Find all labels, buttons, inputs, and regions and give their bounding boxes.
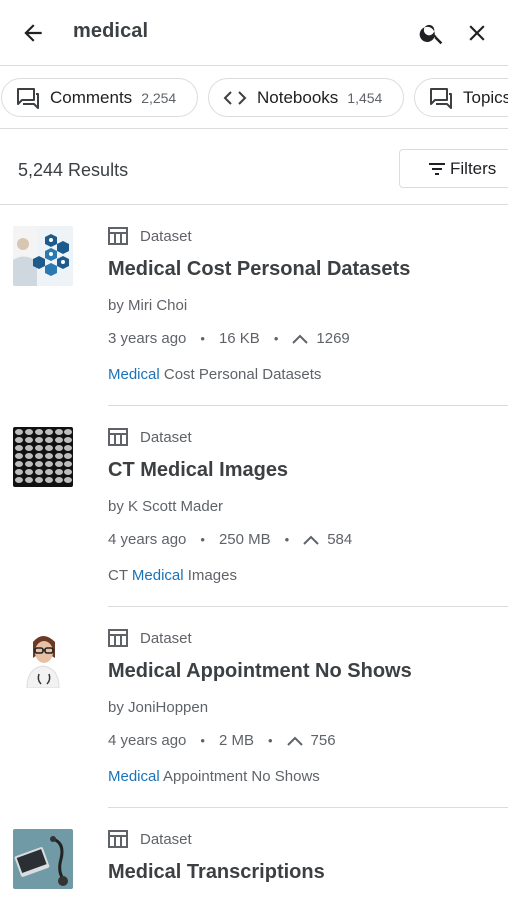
result-snippet: CT Medical Images [108, 567, 237, 584]
chevron-up-icon [303, 535, 319, 545]
filters-label: Filters [450, 158, 497, 178]
separator-dot: • [273, 331, 279, 346]
result-size: 16 KB [218, 330, 260, 347]
separator-dot: • [200, 733, 205, 748]
search-header: medical [0, 0, 508, 66]
chip-count: 2,254 [141, 89, 177, 106]
search-button[interactable] [417, 18, 447, 48]
table-icon [108, 629, 128, 647]
results-bar: 5,244 Results Filters [0, 130, 508, 205]
separator-dot: • [284, 532, 290, 547]
result-meta: 3 years ago • 16 KB • 1269 [108, 330, 350, 347]
result-item[interactable]: Dataset Medical Transcriptions [0, 808, 508, 906]
chip-notebooks[interactable]: Notebooks 1,454 [208, 78, 404, 117]
comment-icon [16, 87, 40, 109]
snippet-text: Images [183, 567, 237, 584]
results-count: 5,244 Results [18, 160, 129, 180]
arrow-left-icon [24, 24, 42, 42]
snippet-text: Cost Personal Datasets [159, 366, 322, 383]
result-type: Dataset [108, 227, 192, 245]
upvote-button[interactable]: 1269 [292, 330, 350, 347]
chevron-up-icon [286, 736, 303, 746]
snippet-highlight: Medical [108, 366, 160, 383]
result-author[interactable]: by JoniHoppen [108, 699, 208, 716]
result-age: 3 years ago [108, 330, 187, 347]
result-title[interactable]: Medical Cost Personal Datasets [108, 258, 410, 281]
result-item[interactable]: Dataset Medical Appointment No Shows by … [0, 607, 508, 808]
result-age: 4 years ago [108, 732, 187, 749]
filters-button[interactable]: Filters [399, 149, 508, 188]
chip-label: Notebooks [257, 87, 339, 107]
search-query[interactable]: medical [73, 20, 148, 43]
result-author[interactable]: by K Scott Mader [108, 498, 223, 515]
result-meta: 4 years ago • 2 MB • 756 [108, 732, 336, 749]
result-type: Dataset [108, 830, 192, 848]
result-item[interactable]: Dataset Medical Cost Personal Datasets b… [0, 205, 508, 406]
result-size: 2 MB [218, 732, 254, 749]
dataset-thumbnail [13, 628, 73, 688]
chip-comments[interactable]: Comments 2,254 [1, 78, 198, 117]
chip-count: 1,454 [347, 89, 383, 106]
chip-topics[interactable]: Topics [414, 78, 508, 117]
vote-count: 584 [327, 531, 353, 548]
result-age: 4 years ago [108, 531, 187, 548]
result-type: Dataset [108, 428, 192, 446]
separator-dot: • [200, 331, 205, 346]
snippet-highlight: Medical [108, 768, 160, 785]
upvote-button[interactable]: 756 [286, 732, 336, 749]
result-type-label: Dataset [140, 629, 192, 647]
vote-count: 1269 [316, 330, 350, 347]
snippet-highlight: Medical [131, 567, 184, 584]
separator-dot: • [200, 532, 205, 547]
dataset-thumbnail [13, 427, 73, 487]
clear-search-button[interactable] [462, 18, 492, 48]
category-chips: Comments 2,254 Notebooks 1,454 Topics [0, 67, 508, 129]
result-type-label: Dataset [140, 428, 192, 446]
result-author[interactable]: by Miri Choi [108, 297, 187, 314]
snippet-text: CT [108, 567, 132, 584]
search-icon [419, 24, 443, 45]
code-icon [223, 88, 247, 108]
table-icon [108, 227, 128, 245]
result-item[interactable]: Dataset CT Medical Images by K Scott Mad… [0, 406, 508, 607]
result-snippet: Medical Appointment No Shows [108, 768, 320, 785]
vote-count: 756 [310, 732, 336, 749]
dataset-thumbnail [13, 226, 73, 286]
chip-label: Topics [463, 87, 508, 107]
filter-icon [429, 162, 445, 175]
dataset-thumbnail [13, 829, 73, 889]
table-icon [108, 428, 128, 446]
result-type: Dataset [108, 629, 192, 647]
result-snippet: Medical Cost Personal Datasets [108, 366, 321, 383]
result-title[interactable]: Medical Appointment No Shows [108, 660, 412, 683]
result-title[interactable]: Medical Transcriptions [108, 861, 325, 884]
result-type-label: Dataset [140, 830, 192, 848]
table-icon [108, 830, 128, 848]
result-type-label: Dataset [140, 227, 192, 245]
chip-label: Comments [50, 87, 133, 107]
result-title[interactable]: CT Medical Images [108, 459, 288, 482]
snippet-text: Appointment No Shows [159, 768, 320, 785]
close-icon [469, 25, 485, 41]
comment-icon [429, 87, 453, 109]
upvote-button[interactable]: 584 [303, 531, 352, 548]
result-size: 250 MB [218, 531, 271, 548]
back-button[interactable] [18, 18, 48, 48]
result-meta: 4 years ago • 250 MB • 584 [108, 531, 352, 548]
chevron-up-icon [292, 334, 309, 344]
separator-dot: • [267, 733, 273, 748]
